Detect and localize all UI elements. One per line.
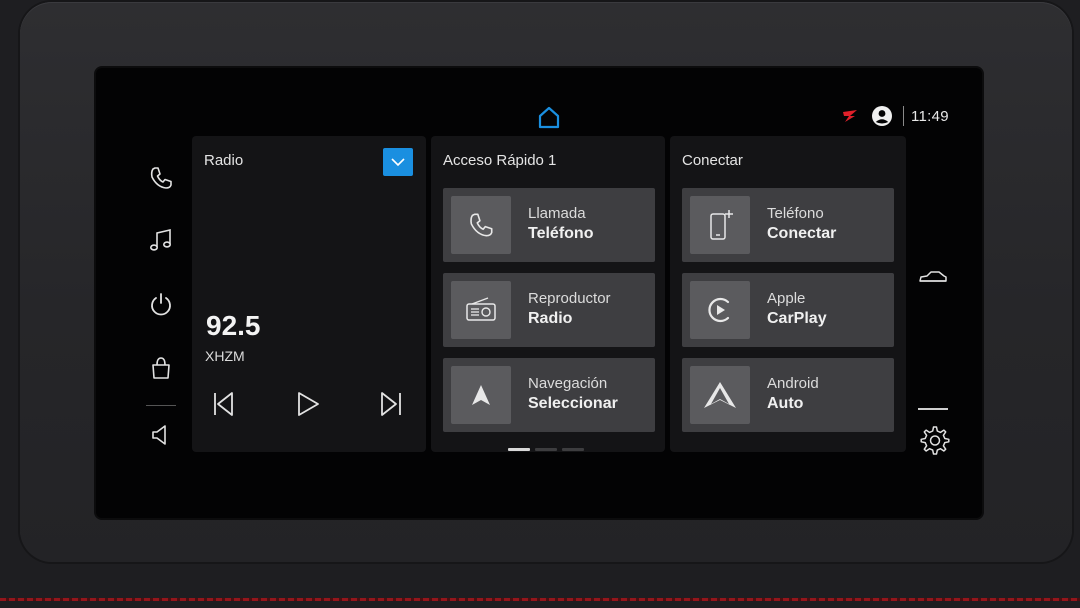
clock: 11:49 (911, 107, 949, 125)
page-dot-active (508, 448, 530, 451)
user-profile-icon[interactable] (871, 105, 893, 127)
car-icon (918, 268, 948, 286)
red-stitch-trim (0, 598, 1080, 601)
phone-add-icon (690, 196, 750, 254)
tile-apple-carplay[interactable]: Apple CarPlay (682, 273, 894, 347)
bag-icon (147, 354, 175, 382)
page-indicator[interactable] (508, 448, 584, 451)
rail-phone-button[interactable] (144, 161, 178, 195)
radio-card[interactable]: Radio 92.5 XHZM (192, 136, 426, 452)
tile-line1: Android (767, 375, 819, 392)
carplay-icon (690, 281, 750, 339)
android-auto-icon (690, 366, 750, 424)
tile-reproductor-radio[interactable]: Reproductor Radio (443, 273, 655, 347)
tile-llamada-telefono[interactable]: Llamada Teléfono (443, 188, 655, 262)
signal-indicator-icon (841, 109, 859, 123)
tile-line1: Reproductor (528, 290, 611, 307)
tile-line1: Apple (767, 290, 806, 307)
phone-icon (147, 164, 175, 192)
play-icon (294, 390, 322, 418)
navigation-arrow-icon (451, 366, 511, 424)
play-button[interactable] (294, 390, 322, 418)
right-rail-divider (918, 408, 948, 410)
status-bar: 11:49 (841, 104, 949, 128)
tile-line2: Radio (528, 310, 573, 327)
gear-icon (918, 424, 950, 456)
skip-next-icon (378, 390, 406, 418)
status-separator (903, 106, 904, 126)
radio-card-title: Radio (204, 152, 244, 169)
vehicle-button[interactable] (918, 268, 948, 286)
radio-frequency: 92.5 (206, 310, 261, 341)
skip-previous-icon (209, 390, 237, 418)
tile-line2: Conectar (767, 225, 837, 242)
rail-music-button[interactable] (144, 224, 178, 258)
rail-power-button[interactable] (144, 287, 178, 321)
music-icon (147, 227, 175, 255)
tile-line2: Teléfono (528, 225, 594, 242)
tile-line1: Teléfono (767, 205, 824, 222)
tile-android-auto[interactable]: Android Auto (682, 358, 894, 432)
power-icon (147, 290, 175, 318)
radio-icon (451, 281, 511, 339)
phone-icon (451, 196, 511, 254)
tile-line1: Navegación (528, 375, 608, 392)
previous-track-button[interactable] (209, 390, 237, 418)
connect-card: Conectar Teléfono Conectar Apple CarPlay… (670, 136, 906, 452)
connect-title: Conectar (682, 152, 743, 169)
settings-button[interactable] (918, 424, 950, 456)
quick-access-title: Acceso Rápido 1 (443, 152, 557, 169)
page-dot (535, 448, 557, 451)
rail-divider (146, 405, 176, 406)
infotainment-screen: 11:49 Radio 92.5 XHZM Acceso Rápido 1 Ll… (96, 68, 982, 518)
tile-line2: Seleccionar (528, 395, 618, 412)
tile-line2: CarPlay (767, 310, 827, 327)
next-track-button[interactable] (378, 390, 406, 418)
page-dot (562, 448, 584, 451)
quick-access-card: Acceso Rápido 1 Llamada Teléfono Reprodu… (431, 136, 665, 452)
tile-navegacion-seleccionar[interactable]: Navegación Seleccionar (443, 358, 655, 432)
rail-store-button[interactable] (144, 351, 178, 385)
volume-icon (147, 421, 175, 449)
rail-volume-button[interactable] (144, 418, 178, 452)
radio-source-dropdown[interactable] (383, 148, 413, 176)
chevron-down-icon (390, 157, 406, 167)
tile-line1: Llamada (528, 205, 586, 222)
radio-station-name: XHZM (205, 348, 245, 364)
tile-line2: Auto (767, 395, 804, 412)
tile-telefono-conectar[interactable]: Teléfono Conectar (682, 188, 894, 262)
home-icon[interactable] (536, 104, 562, 130)
